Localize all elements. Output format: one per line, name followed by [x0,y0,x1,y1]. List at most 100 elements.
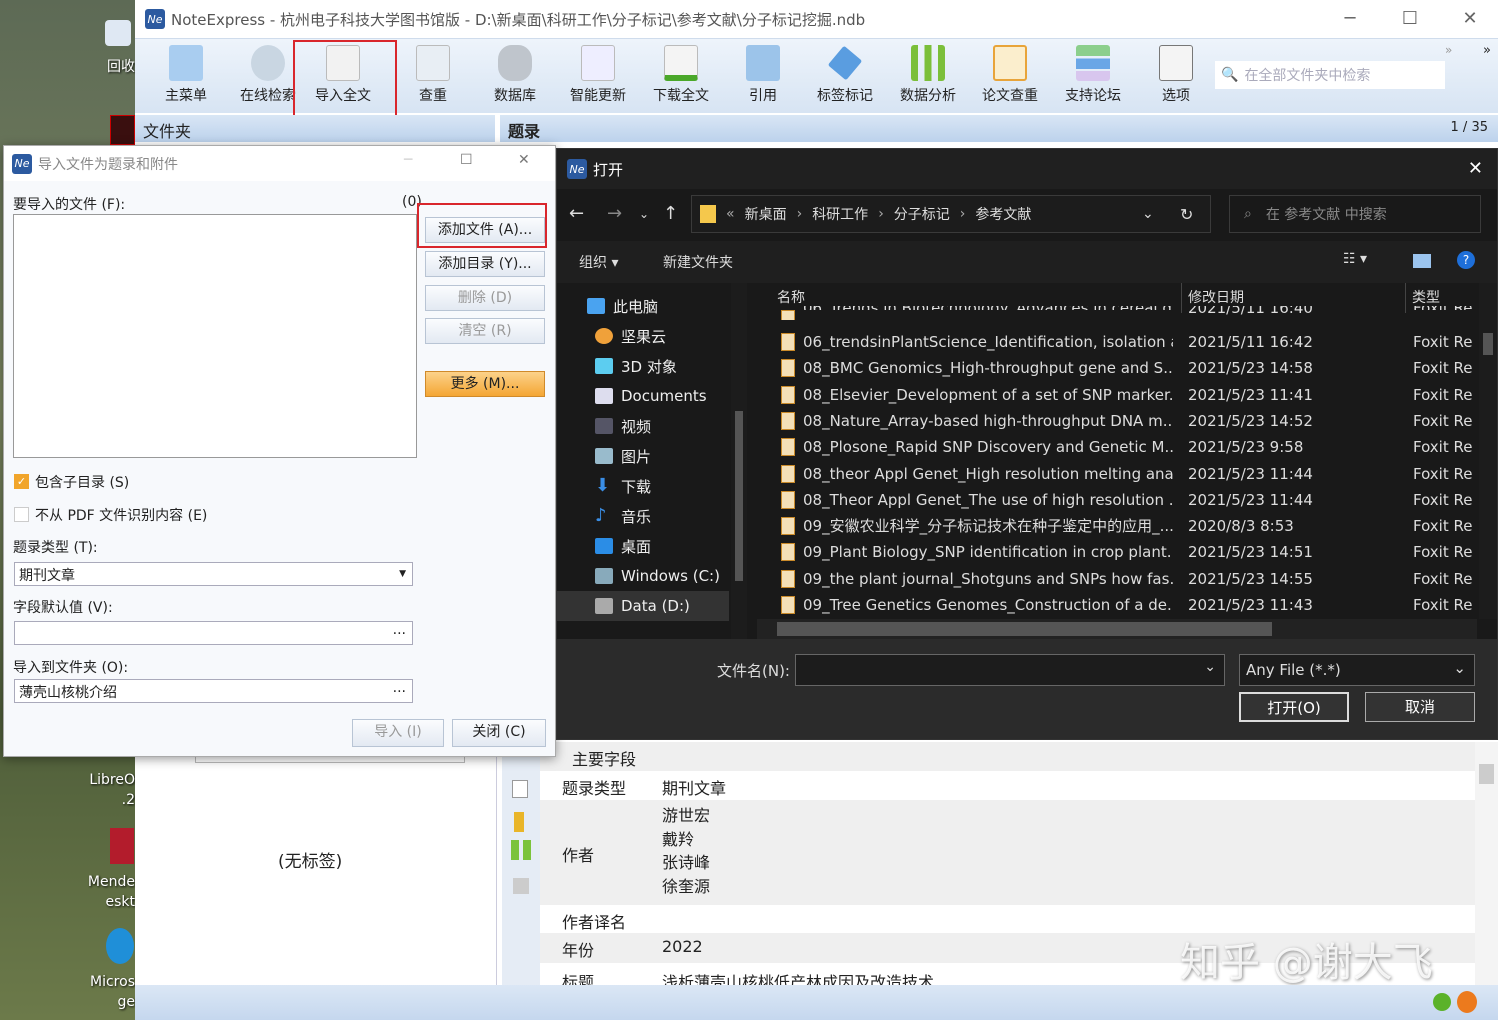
file-type-filter[interactable]: Any File (*.*) ⌄ [1239,654,1475,686]
files-list[interactable] [13,214,417,458]
desktop-icon-libreoffice[interactable]: LibreO .2 [80,770,135,810]
close-button[interactable]: ✕ [1455,8,1485,29]
file-row[interactable]: 08_BMC Genomics_High-throughput gene and… [777,355,1477,381]
brush-icon[interactable] [514,812,524,832]
view-options-icon[interactable]: ☷ ▾ [1343,251,1367,267]
desktop-icon-edge[interactable]: Micros ge [80,928,135,1018]
toolbar-main-menu[interactable]: 主菜单 [150,45,222,105]
close-dialog-button[interactable]: 关闭 (C) [452,719,546,747]
file-row[interactable]: 09_Plant Biology_SNP identification in c… [777,539,1477,565]
filename-input[interactable]: ⌄ [795,654,1225,686]
acrobat-taskbar-icon[interactable] [110,115,135,145]
horizontal-scrollbar[interactable] [757,619,1477,639]
overflow-chevron-icon[interactable]: » [1483,43,1491,58]
file-row[interactable]: 06_Trends in Biotechnology_Advances in c… [777,306,1477,320]
add-directory-button[interactable]: 添加目录 (Y)... [425,251,545,277]
delete-button[interactable]: 删除 (D) [425,285,545,311]
minimize-button[interactable]: ─ [1335,8,1365,29]
details-row[interactable]: 题录类型 期刊文章 [540,771,1475,800]
clear-button[interactable]: 清空 (R) [425,318,545,344]
overflow-chevron-icon[interactable]: » [1445,43,1452,57]
help-icon[interactable]: ? [1457,251,1475,269]
nav-downloads[interactable]: ⬇ 下载 [595,471,651,501]
no-pdf-recognition-checkbox[interactable] [14,507,29,522]
nav-this-pc[interactable]: 此电脑 [587,291,658,321]
breadcrumb-item[interactable]: 参考文献 [975,204,1031,224]
import-button[interactable]: 导入 (I) [352,719,444,747]
breadcrumb-item[interactable]: 分子标记 [894,204,950,224]
ellipsis-button[interactable]: ... [393,680,406,696]
default-values-field[interactable]: ... [14,621,413,645]
breadcrumb-item[interactable]: 新桌面 [745,204,787,224]
forward-arrow-icon[interactable]: → [607,203,622,224]
file-row[interactable]: 09_Tree Genetics Genomes_Construction of… [777,592,1477,618]
file-row[interactable]: 08_Nature_Array-based high-throughput DN… [777,408,1477,434]
toolbar-cite[interactable]: 引用 [727,45,799,105]
open-button[interactable]: 打开(O) [1239,692,1349,722]
file-row[interactable]: 09_安徽农业科学_分子标记技术在种子鉴定中的应用_... 2020/8/3 8:… [777,513,1477,539]
up-arrow-icon[interactable]: ↑ [663,203,678,224]
breadcrumb-item[interactable]: 科研工作 [812,204,868,224]
open-file-dialog: Ne 打开 ✕ ← → ⌄ ↑ « 新桌面 › 科研工作 › 分子标记 › 参考文献 ⌄… [556,148,1498,740]
toolbar-download-fulltext[interactable]: 下载全文 [645,45,717,105]
include-subdir-checkbox[interactable]: ✓ [14,474,29,489]
desktop-icon-recycle[interactable]: 回收 [100,20,135,80]
target-folder-field[interactable]: 薄壳山核桃介绍... [14,679,413,703]
back-arrow-icon[interactable]: ← [569,203,584,224]
cancel-button[interactable]: 取消 [1365,692,1475,722]
recent-chevron-icon[interactable]: ⌄ [639,207,649,221]
nav-desktop[interactable]: 桌面 [595,531,651,561]
record-type-select[interactable]: 期刊文章 ▼ [14,562,413,586]
sync-status-icon[interactable] [1457,991,1477,1013]
file-row[interactable]: 08_Plosone_Rapid SNP Discovery and Genet… [777,434,1477,460]
toolbar-smart-update[interactable]: 智能更新 [562,45,634,105]
grid-icon[interactable] [511,840,531,860]
desktop-icon-mendeley[interactable]: Mende eskt [80,828,135,913]
details-row[interactable]: 作者 游世宏 戴羚 张诗峰 徐奎源 [540,800,1475,905]
dropdown-arrow-icon: ▼ [399,569,406,579]
copy-icon[interactable] [512,780,528,798]
pdf-file-icon [781,310,795,320]
chevron-down-icon[interactable]: ⌄ [1142,206,1154,222]
nav-3d-objects[interactable]: 3D 对象 [595,351,677,381]
nav-data-d[interactable]: Data (D:) [595,591,690,621]
global-search-input[interactable]: 🔍 在全部文件夹中检索 [1215,61,1445,89]
folder-search-input[interactable]: ⌕ 在 参考文献 中搜索 [1229,195,1481,233]
refresh-icon[interactable]: ↻ [1180,205,1193,224]
maximize-button[interactable]: ☐ [1395,8,1425,29]
nav-jianguoyun[interactable]: 坚果云 [595,321,666,351]
new-folder-button[interactable]: 新建文件夹 [663,252,733,272]
file-row[interactable]: 06_trendsinPlantScience_Identification, … [777,329,1477,355]
toolbar-dedupe[interactable]: 查重 [397,45,469,105]
file-row[interactable]: 09_the plant journal_Shotguns and SNPs h… [777,566,1477,592]
close-button[interactable]: ✕ [1468,158,1483,179]
toolbar-data-analysis[interactable]: 数据分析 [892,45,964,105]
file-row[interactable]: 08_Elsevier_Development of a set of SNP … [777,382,1477,408]
preview-pane-icon[interactable] [1413,254,1431,268]
file-row[interactable]: 08_Theor Appl Genet_The use of high reso… [777,487,1477,513]
chart-icon[interactable] [513,878,529,894]
more-button[interactable]: 更多 (M)... [425,371,545,397]
organize-menu[interactable]: 组织 ▾ [579,252,618,272]
highlight-box [293,40,397,117]
address-bar[interactable]: « 新桌面 › 科研工作 › 分子标记 › 参考文献 ⌄ ↻ [691,195,1211,233]
toolbar-options[interactable]: 选项 [1140,45,1212,105]
nav-windows-c[interactable]: Windows (C:) [595,561,720,591]
details-scrollbar[interactable] [1475,742,1498,985]
nav-videos[interactable]: 视频 [595,411,651,441]
nav-music[interactable]: ♪ 音乐 [595,501,651,531]
toolbar-tag[interactable]: 标签标记 [809,45,881,105]
close-button[interactable]: ✕ [518,152,530,168]
vertical-scrollbar[interactable] [1479,283,1497,619]
minimize-button[interactable]: ─ [404,152,412,168]
toolbar-database[interactable]: 数据库 [479,45,551,105]
nav-scrollbar[interactable] [731,283,747,639]
toolbar-paper-check[interactable]: 论文查重 [974,45,1046,105]
toolbar-forum[interactable]: 支持论坛 [1057,45,1129,105]
nav-pictures[interactable]: 图片 [595,441,651,471]
nav-documents[interactable]: Documents [595,381,707,411]
ellipsis-button[interactable]: ... [393,622,406,638]
file-row[interactable]: 08_theor Appl Genet_High resolution melt… [777,461,1477,487]
maximize-button[interactable]: ☐ [460,152,473,168]
details-row[interactable]: 作者译名 [540,905,1475,933]
